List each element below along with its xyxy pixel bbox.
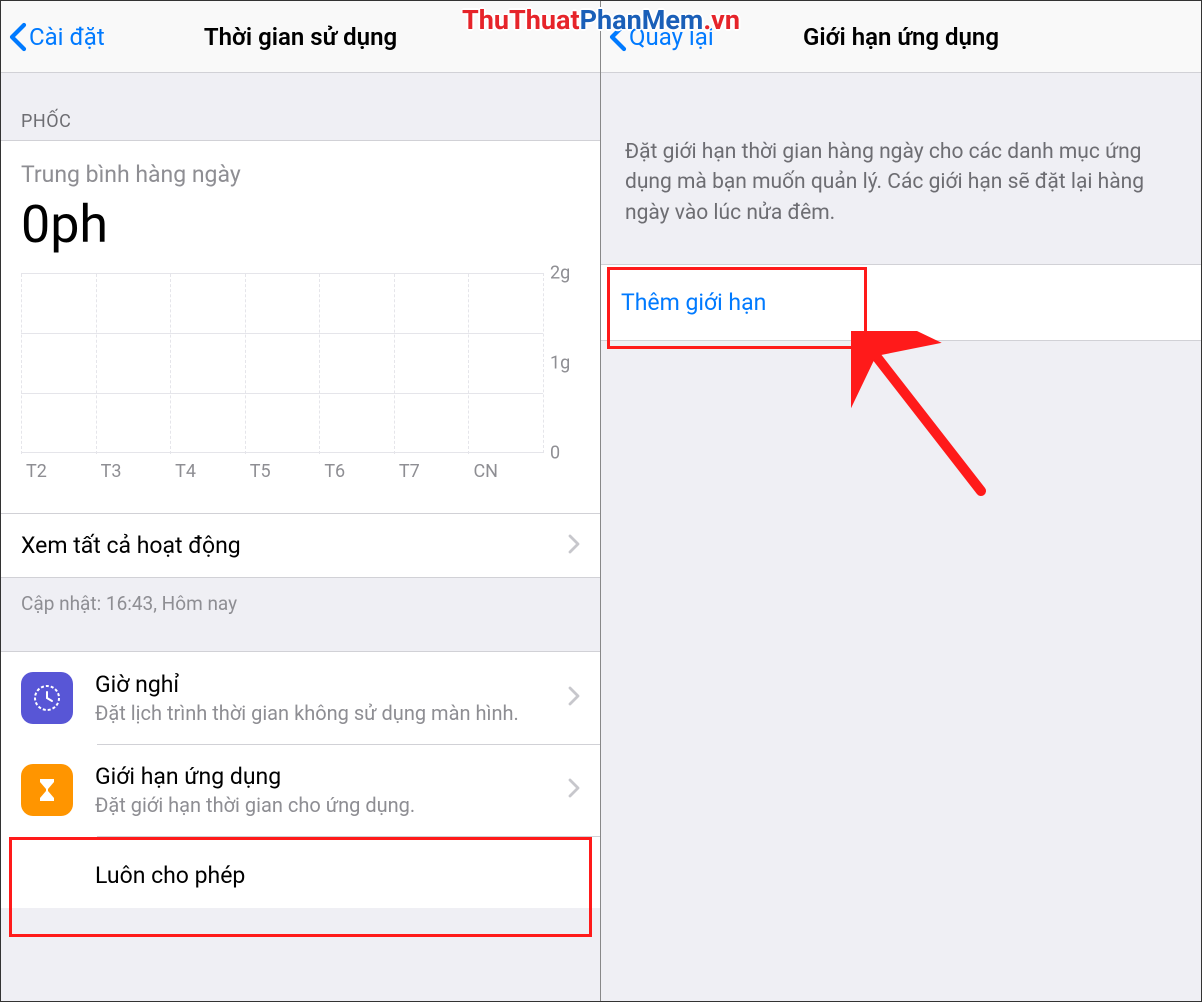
chart-y-tick: 0 bbox=[550, 443, 560, 464]
back-label: Quay lại bbox=[629, 23, 714, 51]
chart-day-column: T7 bbox=[394, 274, 469, 454]
app-limits-sub: Đặt giới hạn thời gian cho ứng dụng. bbox=[95, 792, 568, 818]
downtime-icon bbox=[21, 672, 73, 724]
chart-day-column: T6 bbox=[319, 274, 394, 454]
chart-day-label: CN bbox=[473, 461, 498, 482]
chart-day-column: CN bbox=[468, 274, 543, 454]
chart-day-label: T2 bbox=[26, 461, 47, 482]
chart-y-tick: 1g bbox=[550, 353, 570, 374]
view-all-activity-label: Xem tất cả hoạt động bbox=[21, 532, 568, 559]
usage-card: Trung bình hàng ngày 0ph T2T3T4T5T6T7CN … bbox=[1, 140, 600, 578]
daily-average-value: 0ph bbox=[21, 194, 580, 255]
chart-day-column: T5 bbox=[245, 274, 320, 454]
view-all-activity-row[interactable]: Xem tất cả hoạt động bbox=[1, 513, 600, 577]
back-label: Cài đặt bbox=[29, 23, 105, 51]
back-button[interactable]: Quay lại bbox=[609, 22, 714, 52]
chevron-left-icon bbox=[9, 22, 27, 52]
navbar: Cài đặt Thời gian sử dụng bbox=[1, 1, 600, 73]
chevron-left-icon bbox=[609, 22, 627, 52]
screen-time-screen: Cài đặt Thời gian sử dụng PHỐC Trung bìn… bbox=[1, 1, 601, 1001]
navbar: Quay lại Giới hạn ứng dụng bbox=[601, 1, 1201, 73]
usage-bar-chart: T2T3T4T5T6T7CN 01g2g bbox=[1, 273, 600, 473]
always-allowed-row[interactable]: Luôn cho phép bbox=[1, 836, 600, 908]
chart-day-label: T5 bbox=[250, 461, 271, 482]
downtime-sub: Đặt lịch trình thời gian không sử dụng m… bbox=[95, 700, 568, 726]
chart-day-column: T3 bbox=[96, 274, 171, 454]
back-button[interactable]: Cài đặt bbox=[9, 22, 105, 52]
chart-day-column: T4 bbox=[170, 274, 245, 454]
add-limit-row[interactable]: Thêm giới hạn bbox=[601, 264, 1201, 341]
chart-day-label: T7 bbox=[399, 461, 420, 482]
app-limits-description: Đặt giới hạn thời gian hàng ngày cho các… bbox=[601, 73, 1201, 264]
chart-day-label: T6 bbox=[324, 461, 345, 482]
hourglass-icon bbox=[21, 764, 73, 816]
daily-average-label: Trung bình hàng ngày bbox=[21, 161, 580, 188]
chart-day-column: T2 bbox=[21, 274, 96, 454]
chevron-right-icon bbox=[568, 534, 580, 558]
section-header: PHỐC bbox=[1, 73, 600, 140]
add-limit-label: Thêm giới hạn bbox=[621, 289, 766, 316]
chevron-right-icon bbox=[568, 778, 580, 802]
chart-day-label: T3 bbox=[101, 461, 122, 482]
app-limits-title: Giới hạn ứng dụng bbox=[95, 763, 568, 790]
app-limits-screen: Quay lại Giới hạn ứng dụng Đặt giới hạn … bbox=[601, 1, 1201, 1001]
chart-y-tick: 2g bbox=[550, 263, 570, 284]
annotation-arrow bbox=[851, 331, 1001, 511]
downtime-title: Giờ nghỉ bbox=[95, 671, 568, 698]
updated-label: Cập nhật: 16:43, Hôm nay bbox=[1, 578, 600, 629]
chart-day-label: T4 bbox=[175, 461, 196, 482]
downtime-row[interactable]: Giờ nghỉ Đặt lịch trình thời gian không … bbox=[1, 652, 600, 744]
chevron-right-icon bbox=[568, 686, 580, 710]
always-allowed-title: Luôn cho phép bbox=[95, 862, 580, 889]
app-limits-row[interactable]: Giới hạn ứng dụng Đặt giới hạn thời gian… bbox=[1, 744, 600, 836]
